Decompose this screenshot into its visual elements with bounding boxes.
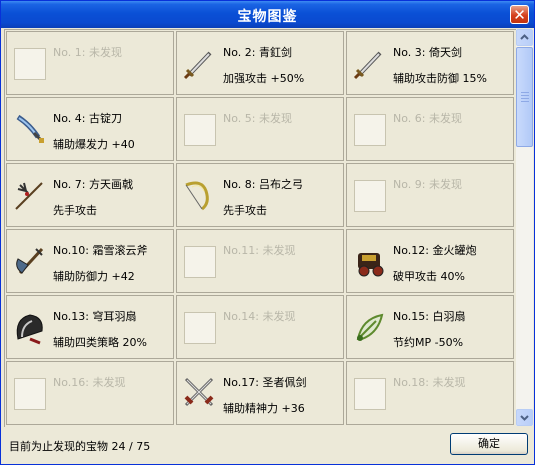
discovered-count: 目前为止发现的宝物 24 / 75 (9, 440, 151, 453)
axe-icon (16, 247, 44, 275)
empty-slot-icon (14, 48, 46, 80)
treasure-cell[interactable]: No. 9: 未发现 (346, 163, 514, 227)
treasure-name: No.14: 未发现 (223, 310, 296, 323)
treasure-cell[interactable]: No.16: 未发现 (6, 361, 174, 425)
treasure-effect: 辅助四类策略 20% (53, 336, 147, 349)
treasure-effect: 辅助攻击防御 15% (393, 72, 487, 85)
treasure-effect: 辅助精神力 +36 (223, 402, 305, 415)
treasure-name: No. 6: 未发现 (393, 112, 462, 125)
empty-slot-icon (354, 378, 386, 410)
sword-icon (353, 51, 382, 80)
treasure-name: No.12: 金火罐炮 (393, 244, 477, 257)
treasure-cell[interactable]: No.15: 白羽扇 节约MP -50% (346, 295, 514, 359)
grip-line (521, 101, 529, 102)
treasure-name: No.18: 未发现 (393, 376, 466, 389)
treasure-effect: 辅助爆发力 +40 (53, 138, 135, 151)
sword-icon (183, 51, 212, 80)
treasure-cell[interactable]: No. 1: 未发现 (6, 31, 174, 95)
scroll-up-button[interactable] (516, 29, 533, 46)
treasure-cell[interactable]: No.18: 未发现 (346, 361, 514, 425)
scroll-down-button[interactable] (516, 409, 533, 426)
treasure-effect: 加强攻击 +50% (223, 72, 305, 85)
treasure-name: No.11: 未发现 (223, 244, 296, 257)
treasure-cell[interactable]: No. 6: 未发现 (346, 97, 514, 161)
treasure-cell[interactable]: No. 5: 未发现 (176, 97, 344, 161)
treasure-cell[interactable]: No. 3: 倚天剑辅助攻击防御 15% (346, 31, 514, 95)
treasure-name: No. 3: 倚天剑 (393, 46, 462, 59)
cannon-icon (358, 253, 384, 277)
window-title: 宝物图鉴 (237, 9, 298, 25)
scroll-thumb[interactable] (516, 47, 533, 147)
chevron-down-icon (520, 415, 529, 421)
bow-icon (185, 181, 209, 211)
treasure-name: No. 9: 未发现 (393, 178, 462, 191)
treasure-grid-panel: No. 1: 未发现 No. 2: 青釭剑 加强攻击 +50% No. 3: 倚天剑辅… (4, 29, 516, 427)
vertical-scrollbar[interactable] (516, 29, 533, 426)
halberd-icon (15, 182, 43, 210)
close-button[interactable]: ✕ (510, 5, 529, 24)
treasure-cell[interactable]: No.13: 穹耳羽扇 辅助四类策略 20% (6, 295, 174, 359)
treasure-effect: 破甲攻击 40% (393, 270, 465, 283)
empty-slot-icon (354, 114, 386, 146)
treasure-effect: 辅助防御力 +42 (53, 270, 135, 283)
feather-fan-icon (356, 313, 384, 341)
treasure-cell[interactable]: No.10: 霜雪滚云斧 辅助防御力 +42 (6, 229, 174, 293)
treasure-cell[interactable]: No.11: 未发现 (176, 229, 344, 293)
treasure-cell[interactable]: No. 4: 古锭刀 辅助爆发力 +40 (6, 97, 174, 161)
chevron-up-icon (520, 34, 529, 40)
ok-button[interactable]: 确定 (450, 433, 528, 455)
blade-icon (16, 114, 44, 143)
treasure-name: No.13: 穹耳羽扇 (53, 310, 137, 323)
treasure-name: No.17: 圣者佩剑 (223, 376, 307, 389)
treasure-effect: 先手攻击 (223, 204, 267, 217)
treasure-name: No. 5: 未发现 (223, 112, 292, 125)
treasure-name: No.16: 未发现 (53, 376, 126, 389)
treasure-effect: 节约MP -50% (393, 336, 464, 349)
title-bar[interactable]: 宝物图鉴 ✕ (1, 1, 534, 28)
grip-line (521, 92, 529, 93)
treasure-name: No.10: 霜雪滚云斧 (53, 244, 148, 257)
treasure-cell[interactable]: No.14: 未发现 (176, 295, 344, 359)
grip-line (521, 98, 529, 99)
empty-slot-icon (354, 180, 386, 212)
treasure-cell[interactable]: No. 7: 方天画戟 先手攻击 (6, 163, 174, 227)
crossed-swords-icon (184, 377, 214, 407)
fan-icon (16, 314, 43, 345)
treasure-name: No. 8: 吕布之弓 (223, 178, 303, 191)
treasure-dialog: 宝物图鉴 ✕ No. 1: 未发现 No. 2: 青釭剑 加强攻击 +50% No. … (0, 0, 535, 465)
treasure-name: No. 4: 古锭刀 (53, 112, 122, 125)
treasure-cell[interactable]: No. 2: 青釭剑 加强攻击 +50% (176, 31, 344, 95)
grip-line (521, 95, 529, 96)
empty-slot-icon (184, 114, 216, 146)
treasure-name: No. 2: 青釭剑 (223, 46, 292, 59)
empty-slot-icon (184, 246, 216, 278)
empty-slot-icon (14, 378, 46, 410)
treasure-name: No. 1: 未发现 (53, 46, 122, 59)
treasure-cell[interactable]: No.12: 金火罐炮 破甲攻击 40% (346, 229, 514, 293)
treasure-effect: 先手攻击 (53, 204, 97, 217)
treasure-cell[interactable]: No. 8: 吕布之弓 先手攻击 (176, 163, 344, 227)
treasure-name: No.15: 白羽扇 (393, 310, 466, 323)
treasure-name: No. 7: 方天画戟 (53, 178, 133, 191)
empty-slot-icon (184, 312, 216, 344)
treasure-cell[interactable]: No.17: 圣者佩剑 辅助精神力 +36 (176, 361, 344, 425)
